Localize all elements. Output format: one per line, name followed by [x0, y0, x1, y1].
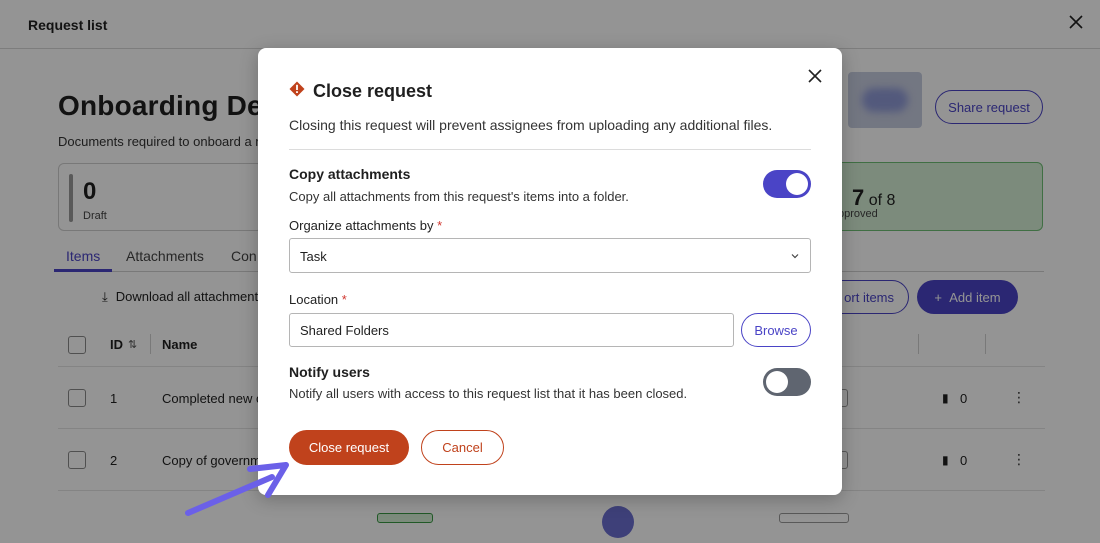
notify-users-toggle[interactable]	[763, 368, 811, 396]
organize-attachments-select[interactable]: Task	[289, 238, 811, 273]
dialog-subtitle: Closing this request will prevent assign…	[289, 117, 773, 133]
organize-attachments-label: Organize attachments by *	[289, 218, 443, 233]
toggle-knob	[786, 173, 808, 195]
location-input[interactable]	[289, 313, 734, 347]
close-request-button[interactable]: Close request	[289, 430, 409, 465]
notify-users-description: Notify all users with access to this req…	[289, 386, 688, 401]
divider	[289, 149, 811, 150]
warning-diamond-icon	[289, 81, 305, 97]
toggle-knob	[766, 371, 788, 393]
required-marker: *	[437, 218, 443, 233]
cancel-button[interactable]: Cancel	[421, 430, 504, 465]
copy-attachments-description: Copy all attachments from this request's…	[289, 189, 629, 204]
copy-attachments-title: Copy attachments	[289, 166, 411, 182]
pointer-arrow	[185, 462, 289, 516]
required-marker: *	[341, 292, 347, 307]
dialog-title: Close request	[313, 81, 433, 101]
chevron-down-icon	[791, 254, 799, 259]
copy-attachments-toggle[interactable]	[763, 170, 811, 198]
browse-button[interactable]: Browse	[741, 313, 811, 347]
close-icon[interactable]	[806, 67, 824, 85]
organize-attachments-value: Task	[300, 249, 327, 264]
notify-users-title: Notify users	[289, 364, 370, 380]
location-label: Location *	[289, 292, 347, 307]
close-request-dialog: Close request Closing this request will …	[258, 48, 842, 495]
